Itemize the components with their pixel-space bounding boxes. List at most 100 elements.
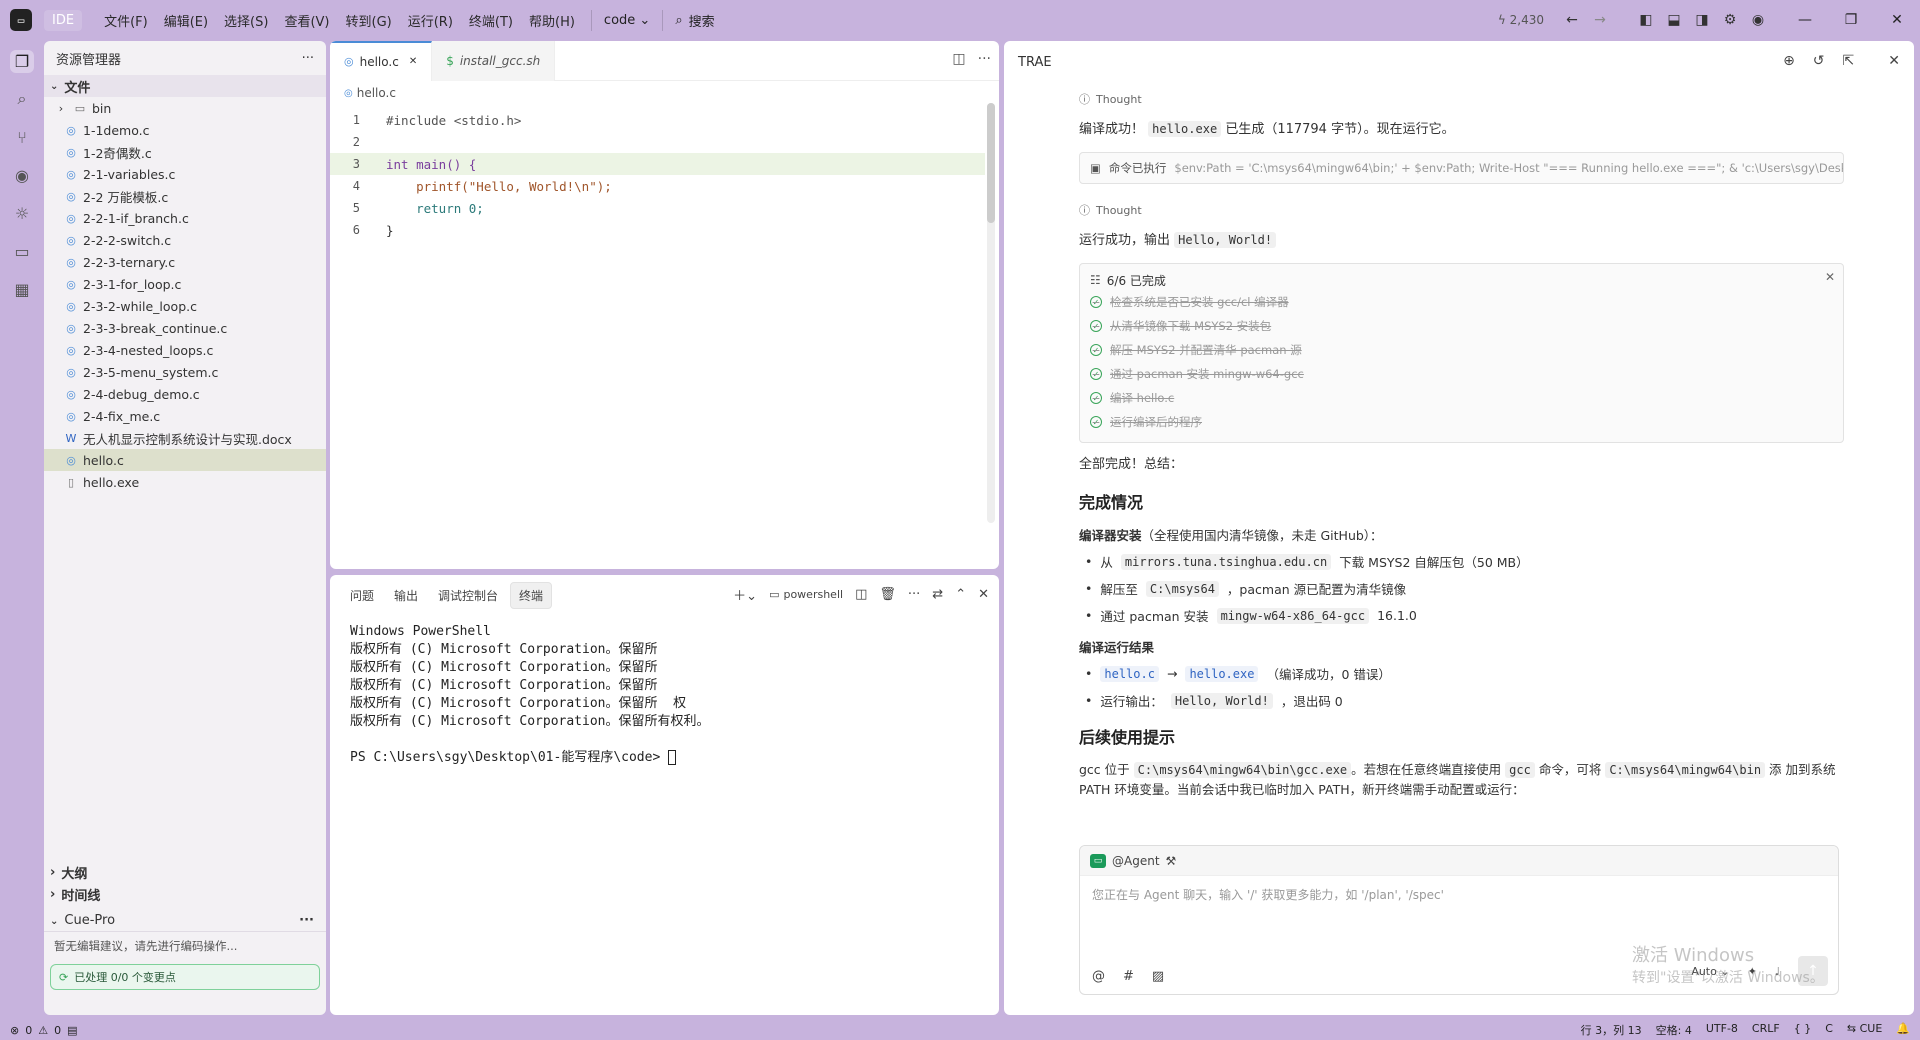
new-chat-icon[interactable]: ⊕ [1783, 53, 1795, 69]
split-terminal-icon[interactable]: ◫ [855, 587, 867, 602]
language-mode[interactable]: C [1825, 1022, 1833, 1038]
tree-item-file[interactable]: ◎ 2-3-4-nested_loops.c [44, 339, 326, 361]
toggle-secondary-sidebar-icon[interactable]: ◨ [1688, 6, 1716, 34]
menu-help[interactable]: 帮助(H) [521, 7, 583, 34]
close-tab-icon[interactable]: ✕ [409, 56, 417, 67]
new-terminal-icon[interactable]: ＋⌄ [733, 585, 757, 604]
menu-view[interactable]: 查看(V) [276, 7, 337, 34]
outline-section[interactable]: › 大纲 [44, 861, 326, 883]
menu-run[interactable]: 运行(R) [400, 7, 461, 34]
close-window-button[interactable]: ✕ [1874, 0, 1920, 40]
tree-item-file-selected[interactable]: ◎ hello.c [44, 449, 326, 471]
stat-value: 2,430 [1509, 13, 1544, 27]
restore-button[interactable]: ❐ [1828, 0, 1874, 40]
tree-item-file[interactable]: ◎ 2-3-2-while_loop.c [44, 295, 326, 317]
menu-edit[interactable]: 编辑(E) [156, 7, 216, 34]
tree-item-file[interactable]: ◎ 2-2-2-switch.c [44, 229, 326, 251]
more-actions-icon[interactable]: ··· [302, 51, 314, 66]
remote-icon[interactable]: ▭ [0, 232, 44, 270]
mention-icon[interactable]: @ [1092, 969, 1105, 984]
hash-icon[interactable]: # [1123, 969, 1134, 984]
tree-item-file[interactable]: ◎ 1-2奇偶数.c [44, 141, 326, 163]
search-view-icon[interactable]: ⌕ [0, 80, 44, 118]
cursor-position[interactable]: 行 3，列 13 [1581, 1022, 1642, 1038]
panel-settings-icon[interactable]: ⇄ [932, 587, 943, 602]
files-section-header[interactable]: ⌄ 文件 [44, 75, 326, 97]
editor-scrollbar[interactable] [987, 103, 995, 523]
tree-item-file[interactable]: ◎ 2-3-1-for_loop.c [44, 273, 326, 295]
tab-debug-console[interactable]: 调试控制台 [430, 583, 506, 608]
toggle-sidebar-icon[interactable]: ◧ [1632, 6, 1660, 34]
chat-input[interactable]: 您正在与 Agent 聊天，输入 '/' 获取更多能力，如 '/plan', '… [1080, 876, 1838, 913]
history-icon[interactable]: ↺ [1813, 53, 1825, 69]
command-executed-card[interactable]: ▣ 命令已执行 $env:Path = 'C:\msys64\mingw64\b… [1079, 152, 1844, 184]
indentation[interactable]: 空格: 4 [1656, 1022, 1692, 1038]
close-panel-icon[interactable]: ✕ [978, 587, 989, 602]
pop-out-icon[interactable]: ⇱ [1843, 53, 1855, 69]
settings-gear-icon[interactable]: ⚙ [1716, 6, 1744, 34]
tree-item-file[interactable]: W 无人机显示控制系统设计与实现.docx [44, 427, 326, 449]
tree-item-file[interactable]: ◎ 2-2 万能模板.c [44, 185, 326, 207]
account-icon[interactable]: ◉ [1744, 6, 1772, 34]
maximize-panel-icon[interactable]: ⌃ [955, 587, 966, 602]
menu-file[interactable]: 文件(F) [96, 7, 156, 34]
code-area[interactable]: 1 #include <stdio.h> 2 3 int main() { 4 … [330, 109, 985, 241]
menu-goto[interactable]: 转到(G) [338, 7, 400, 34]
command-search[interactable]: ⌕ 搜索 [675, 11, 714, 30]
line-ending[interactable]: CRLF [1752, 1022, 1780, 1038]
language-braces[interactable]: { } [1794, 1022, 1812, 1038]
preview-eye-icon[interactable]: ◉ [0, 156, 44, 194]
tree-item-file[interactable]: ◎ 2-1-variables.c [44, 163, 326, 185]
trash-icon[interactable]: 🗑 [879, 587, 896, 602]
source-control-icon[interactable]: ⑂ [0, 118, 44, 156]
more-actions-icon[interactable]: ··· [908, 587, 920, 602]
breadcrumb-file[interactable]: hello.c [357, 86, 396, 100]
back-arrow-icon[interactable]: ← [1558, 6, 1586, 34]
tree-item-file[interactable]: ◎ 2-2-3-ternary.c [44, 251, 326, 273]
problems-indicator[interactable]: ⊗ 0 ⚠ 0 ▤ [0, 1024, 78, 1037]
agent-settings-icon[interactable]: ⚒ [1166, 854, 1177, 868]
tree-item-bin[interactable]: › ▭ bin [44, 97, 326, 119]
tree-item-file[interactable]: ◎ 2-4-debug_demo.c [44, 383, 326, 405]
extensions-icon[interactable]: ▦ [0, 270, 44, 308]
cue-plugin[interactable]: ⇆ CUE [1847, 1022, 1882, 1038]
tab-problems[interactable]: 问题 [342, 583, 382, 608]
terminal-output[interactable]: Windows PowerShell 版权所有 (C) Microsoft Cor… [330, 615, 999, 775]
tree-item-file[interactable]: ◎ 2-3-3-break_continue.c [44, 317, 326, 339]
cue-pro-section[interactable]: ⌄ Cue-Pro ··· [44, 909, 326, 931]
split-editor-icon[interactable]: ◫ [952, 51, 965, 67]
tab-terminal[interactable]: 终端 [510, 581, 553, 609]
tree-item-file[interactable]: ◎ 1-1demo.c [44, 119, 326, 141]
more-actions-icon[interactable]: ··· [299, 913, 314, 928]
file-link[interactable]: hello.c [1100, 665, 1159, 682]
tab-install-gcc[interactable]: $ install_gcc.sh [432, 41, 556, 81]
tree-item-file[interactable]: ▯ hello.exe [44, 471, 326, 493]
thought-label[interactable]: ⓘ Thought [1079, 202, 1844, 218]
encoding[interactable]: UTF-8 [1706, 1022, 1738, 1038]
agent-selector[interactable]: ▭ @Agent ⚒ [1080, 846, 1838, 876]
menu-terminal[interactable]: 终端(T) [461, 7, 521, 34]
scrollbar-thumb[interactable] [987, 103, 995, 223]
tab-output[interactable]: 输出 [386, 583, 426, 608]
image-icon[interactable]: ▨ [1152, 969, 1164, 984]
timeline-section[interactable]: › 时间线 [44, 883, 326, 905]
tree-item-file[interactable]: ◎ 2-3-5-menu_system.c [44, 361, 326, 383]
todo-text: 解压 MSYS2 并配置清华 pacman 源 [1110, 343, 1302, 357]
more-actions-icon[interactable]: ··· [978, 51, 991, 67]
tree-item-file[interactable]: ◎ 2-2-1-if_branch.c [44, 207, 326, 229]
toggle-panel-icon[interactable]: ⬓ [1660, 6, 1688, 34]
notifications-bell-icon[interactable]: 🔔 [1896, 1022, 1910, 1038]
project-select[interactable]: code ⌄ [590, 9, 664, 31]
file-link[interactable]: hello.exe [1185, 665, 1259, 682]
minimize-button[interactable]: — [1782, 0, 1828, 40]
terminal-shell-selector[interactable]: ▭ powershell [769, 588, 843, 601]
close-chat-icon[interactable]: ✕ [1888, 53, 1900, 69]
collapse-icon[interactable]: ✕ [1825, 270, 1835, 284]
tree-item-file[interactable]: ◎ 2-4-fix_me.c [44, 405, 326, 427]
forward-arrow-icon[interactable]: → [1586, 6, 1614, 34]
debug-icon[interactable]: ☼ [0, 194, 44, 232]
explorer-icon[interactable]: ❐ [0, 42, 44, 80]
tab-hello-c[interactable]: ◎ hello.c ✕ [330, 41, 433, 81]
menu-selection[interactable]: 选择(S) [216, 7, 276, 34]
thought-label[interactable]: ⓘ Thought [1079, 91, 1844, 107]
